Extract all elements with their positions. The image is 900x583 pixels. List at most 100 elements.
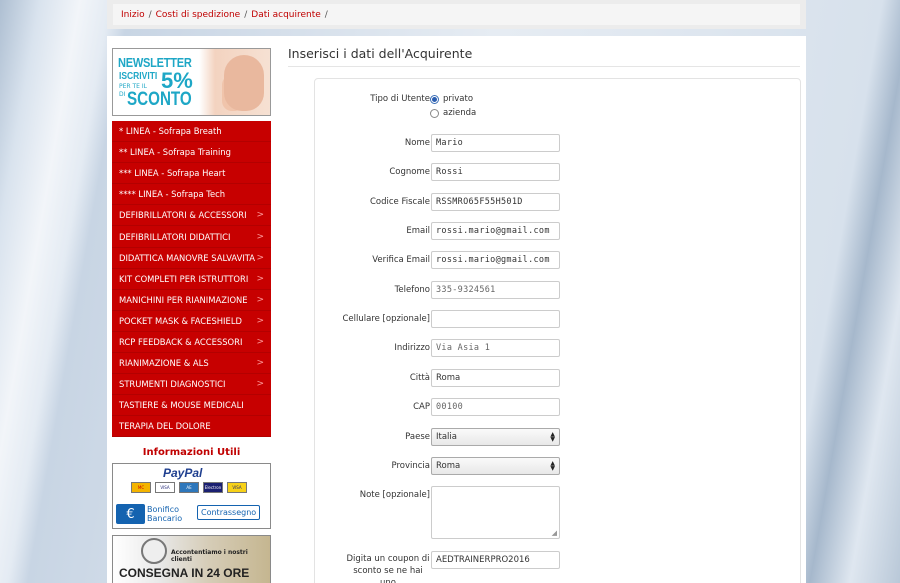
sidebar-item-tastiere[interactable]: TASTIERE & MOUSE MEDICALI: [112, 395, 271, 417]
sidebar-item-label: TERAPIA DEL DOLORE: [119, 421, 211, 432]
radio-privato-label: privato: [443, 94, 474, 104]
main-content: NEWSLETTER ISCRIVITI PER TE IL 5% DI SCO…: [107, 36, 806, 583]
cap-input[interactable]: 00100: [431, 398, 560, 416]
sidebar-item-label: * LINEA - Sofrapa Breath: [119, 126, 222, 137]
bank-transfer-line1: Bonifico: [147, 505, 180, 515]
nome-label: Nome: [404, 138, 430, 148]
chevron-right-icon: >: [256, 315, 264, 326]
sidebar-item-didattica[interactable]: DIDATTICA MANOVRE SALVAVITA >: [112, 248, 271, 269]
sidebar-item-pocket-mask[interactable]: POCKET MASK & FACESHIELD >: [112, 311, 271, 332]
resize-grip-icon[interactable]: ◢: [552, 529, 557, 537]
sidebar-item-heart[interactable]: *** LINEA - Sofrapa Heart: [112, 163, 271, 185]
provincia-selected-value: Roma: [436, 461, 461, 471]
banner-di-text: DI: [119, 91, 126, 98]
select-arrows-icon: ▲ ▼: [550, 460, 555, 472]
info-title: Informazioni Utili: [142, 447, 241, 459]
sidebar-item-label: DEFIBRILLATORI & ACCESSORI: [119, 210, 247, 221]
provincia-label: Provincia: [391, 461, 430, 471]
coupon-label: Digita un coupon di sconto se ne hai uno: [346, 553, 430, 583]
coupon-label-line1: Digita un coupon di: [346, 554, 430, 564]
radio-privato-circle[interactable]: [430, 94, 439, 104]
sidebar-item-training[interactable]: ** LINEA - Sofrapa Training: [112, 142, 271, 164]
breadcrumb-separator: /: [324, 9, 328, 20]
sidebar-item-label: **** LINEA - Sofrapa Tech: [119, 189, 226, 200]
select-arrows-icon: ▲ ▼: [550, 431, 555, 443]
sidebar-item-label: RIANIMAZIONE & ALS: [119, 358, 209, 369]
breadcrumb-buyer-link[interactable]: Dati acquirente: [251, 10, 321, 20]
user-type-label: Tipo di Utente: [370, 94, 430, 104]
sidebar-item-defibrillatori[interactable]: DEFIBRILLATORI & ACCESSORI >: [112, 205, 271, 227]
radio-privato[interactable]: privato: [430, 94, 473, 104]
breadcrumb-shipping-link[interactable]: Costi di spedizione: [156, 10, 241, 20]
paese-select[interactable]: Italia ▲ ▼: [431, 428, 560, 446]
sidebar-item-rcp[interactable]: RCP FEEDBACK & ACCESSORI >: [112, 332, 271, 354]
amex-icon: AE: [179, 482, 199, 494]
stopwatch-icon: [141, 538, 167, 565]
chevron-right-icon: >: [256, 210, 264, 221]
sidebar-item-label: MANICHINI PER RIANIMAZIONE: [119, 294, 248, 305]
shipping-headline: CONSEGNA IN 24 ORE: [119, 566, 250, 581]
breadcrumb-home-link[interactable]: Inizio: [121, 10, 145, 20]
cognome-input[interactable]: Rossi: [431, 163, 560, 181]
sidebar-item-label: POCKET MASK & FACESHIELD: [119, 315, 242, 326]
sidebar-item-manichini[interactable]: MANICHINI PER RIANIMAZIONE >: [112, 290, 271, 311]
telefono-input[interactable]: 335-9324561: [431, 281, 560, 299]
category-menu: * LINEA - Sofrapa Breath ** LINEA - Sofr…: [112, 121, 271, 438]
sidebar-item-label: ** LINEA - Sofrapa Training: [119, 147, 231, 158]
chevron-right-icon: >: [256, 294, 264, 305]
cash-on-delivery-label: Contrassegno: [197, 505, 261, 521]
paypal-logo: PayPal: [163, 466, 203, 481]
electron-icon: Electron: [203, 482, 223, 494]
chevron-right-icon: >: [256, 379, 264, 390]
citta-label: Città: [409, 373, 430, 383]
radio-azienda-circle[interactable]: [430, 108, 439, 118]
sidebar-item-label: KIT COMPLETI PER ISTRUTTORI: [119, 273, 249, 284]
sidebar-item-tech[interactable]: **** LINEA - Sofrapa Tech: [112, 184, 271, 206]
coupon-input[interactable]: AEDTRAINERPRO2016: [431, 551, 560, 569]
coupon-label-line2: sconto se ne hai uno: [353, 566, 423, 583]
newsletter-banner[interactable]: NEWSLETTER ISCRIVITI PER TE IL 5% DI SCO…: [112, 48, 271, 116]
sidebar-item-label: TASTIERE & MOUSE MEDICALI: [119, 400, 244, 411]
chevron-right-icon: >: [256, 252, 264, 263]
sidebar-item-terapia[interactable]: TERAPIA DEL DOLORE: [112, 416, 271, 438]
citta-input[interactable]: Roma: [431, 369, 560, 387]
visa-gold-icon: VISA: [227, 482, 247, 494]
bank-transfer-line2: Bancario: [147, 514, 183, 524]
radio-azienda[interactable]: azienda: [430, 108, 476, 118]
verifica-email-input[interactable]: rossi.mario@gmail.com: [431, 251, 560, 269]
banner-discount-text: SCONTO: [127, 89, 192, 110]
title-divider: [288, 66, 800, 67]
mastercard-icon: MC: [131, 482, 151, 494]
sidebar-item-label: DEFIBRILLATORI DIDATTICI: [119, 231, 231, 242]
payment-methods-box[interactable]: PayPal MC VISA AE Electron VISA € Bonifi…: [112, 463, 271, 530]
shipping-tagline: Accontentiamo i nostri clienti: [171, 549, 248, 564]
email-input[interactable]: rossi.mario@gmail.com: [431, 222, 560, 240]
email-label: Email: [406, 226, 430, 236]
radio-azienda-label: azienda: [443, 108, 477, 118]
sidebar-item-breath[interactable]: * LINEA - Sofrapa Breath: [112, 121, 271, 143]
indirizzo-label: Indirizzo: [394, 343, 430, 353]
verifica-email-label: Verifica Email: [372, 255, 430, 265]
chevron-right-icon: >: [256, 358, 264, 369]
sidebar-item-rianimazione[interactable]: RIANIMAZIONE & ALS >: [112, 353, 271, 375]
cellulare-input[interactable]: [431, 310, 560, 328]
cognome-label: Cognome: [389, 167, 430, 177]
codice-fiscale-input[interactable]: RSSMRO65F55H501D: [431, 193, 560, 211]
note-textarea[interactable]: ◢: [431, 486, 560, 539]
sidebar: NEWSLETTER ISCRIVITI PER TE IL 5% DI SCO…: [112, 48, 271, 583]
shipping-banner[interactable]: Accontentiamo i nostri clienti CONSEGNA …: [112, 535, 271, 583]
note-label: Note [opzionale]: [359, 490, 430, 500]
codice-fiscale-label: Codice Fiscale: [369, 197, 430, 207]
sidebar-item-defibrillatori-didattici[interactable]: DEFIBRILLATORI DIDATTICI >: [112, 226, 271, 248]
indirizzo-input[interactable]: Via Asia 1: [431, 339, 560, 357]
nome-input[interactable]: Mario: [431, 134, 560, 152]
cellulare-label: Cellulare [opzionale]: [342, 314, 430, 324]
card-logos: MC VISA AE Electron VISA: [131, 482, 247, 494]
breadcrumb-separator: /: [244, 9, 248, 20]
chevron-right-icon: >: [256, 231, 264, 242]
sidebar-item-strumenti[interactable]: STRUMENTI DIAGNOSTICI >: [112, 374, 271, 396]
sidebar-item-label: RCP FEEDBACK & ACCESSORI: [119, 336, 243, 347]
sidebar-item-kit[interactable]: KIT COMPLETI PER ISTRUTTORI >: [112, 269, 271, 290]
provincia-select[interactable]: Roma ▲ ▼: [431, 457, 560, 475]
telefono-label: Telefono: [394, 285, 430, 295]
